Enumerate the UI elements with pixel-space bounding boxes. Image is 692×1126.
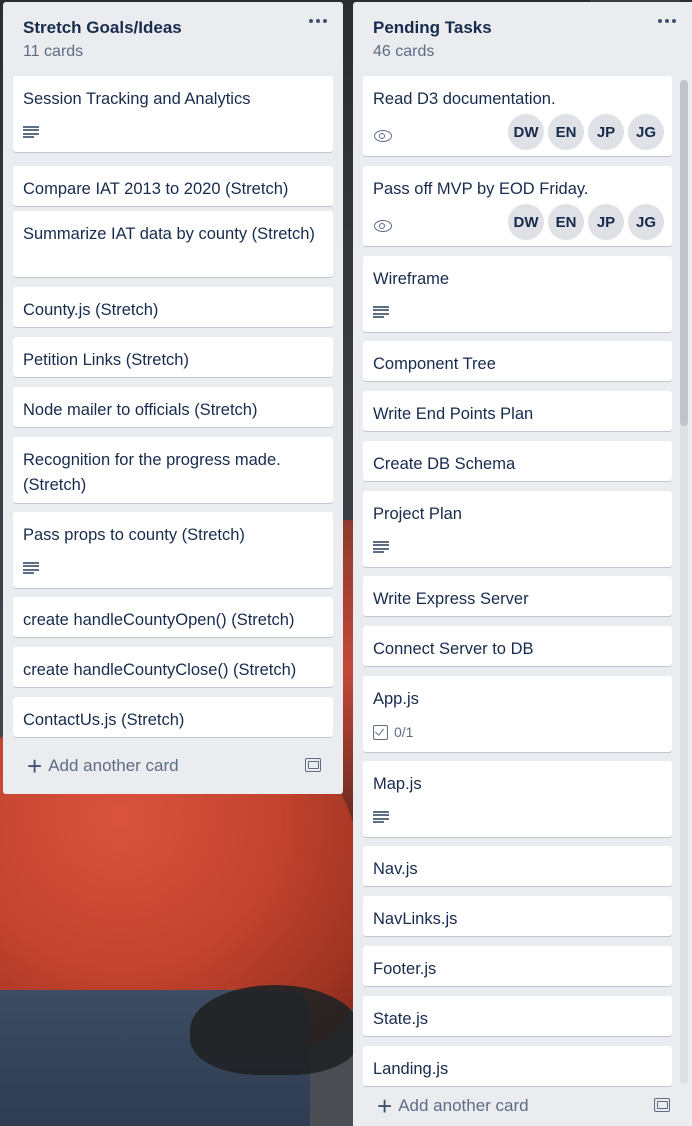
card[interactable]: Footer.js bbox=[363, 946, 672, 986]
card[interactable]: Recognition for the progress made. (Stre… bbox=[13, 437, 333, 503]
card-title: App.js bbox=[373, 690, 419, 708]
avatar[interactable]: EN bbox=[548, 114, 584, 150]
plus-icon: + bbox=[377, 1091, 393, 1121]
card-title: Nav.js bbox=[373, 860, 418, 878]
card-title: Read D3 documentation. bbox=[373, 90, 556, 108]
description-icon bbox=[373, 306, 389, 318]
avatar[interactable]: JP bbox=[588, 114, 624, 150]
avatar[interactable]: EN bbox=[548, 204, 584, 240]
card[interactable]: Pass props to county (Stretch) bbox=[13, 512, 333, 588]
card[interactable]: Nav.js bbox=[363, 846, 672, 886]
avatar[interactable]: JG bbox=[628, 114, 664, 150]
card-title: Summarize IAT data by county (Stretch) bbox=[23, 225, 315, 243]
card-title: Connect Server to DB bbox=[373, 640, 534, 658]
card[interactable]: create handleCountyOpen() (Stretch) bbox=[13, 597, 333, 637]
card-title: Write Express Server bbox=[373, 590, 529, 608]
list-header: Stretch Goals/Ideas 11 cards bbox=[23, 18, 331, 62]
card[interactable]: Petition Links (Stretch) bbox=[13, 337, 333, 377]
avatar[interactable]: JG bbox=[628, 204, 664, 240]
card-title: NavLinks.js bbox=[373, 910, 458, 928]
card-members: DW EN JP JG bbox=[508, 204, 664, 240]
card-title: Landing.js bbox=[373, 1060, 449, 1078]
card[interactable]: County.js (Stretch) bbox=[13, 287, 333, 327]
description-icon bbox=[23, 562, 39, 574]
card[interactable]: create handleCountyClose() (Stretch) bbox=[13, 647, 333, 687]
checklist-progress: 0/1 bbox=[394, 723, 414, 740]
card-title: ContactUs.js (Stretch) bbox=[23, 711, 185, 729]
eye-icon bbox=[373, 129, 393, 143]
card-title: Write End Points Plan bbox=[373, 405, 534, 423]
list-pending-tasks: Pending Tasks 46 cards Read D3 documenta… bbox=[353, 2, 692, 1126]
scrollbar-thumb[interactable] bbox=[680, 80, 688, 426]
list-card-count: 11 cards bbox=[23, 43, 84, 60]
card-title: Wireframe bbox=[373, 270, 450, 288]
card-members: DW EN JP JG bbox=[508, 114, 664, 150]
card[interactable]: Connect Server to DB bbox=[363, 626, 672, 666]
card-title: Project Plan bbox=[373, 505, 462, 523]
list-title[interactable]: Pending Tasks bbox=[373, 18, 680, 38]
card[interactable]: Map.js bbox=[363, 761, 672, 837]
add-card-label: Add another card bbox=[48, 756, 179, 775]
avatar[interactable]: JP bbox=[588, 204, 624, 240]
description-icon bbox=[23, 126, 39, 138]
card[interactable]: Wireframe bbox=[363, 256, 672, 332]
card-title: create handleCountyClose() (Stretch) bbox=[23, 661, 297, 679]
card[interactable]: Write Express Server bbox=[363, 576, 672, 616]
card-title: Component Tree bbox=[373, 355, 496, 373]
card-title: Map.js bbox=[373, 775, 422, 793]
list-header: Pending Tasks 46 cards bbox=[373, 18, 680, 62]
avatar[interactable]: DW bbox=[508, 114, 544, 150]
card-title: Pass props to county (Stretch) bbox=[23, 526, 245, 544]
plus-icon: + bbox=[27, 751, 43, 781]
card-title: Node mailer to officials (Stretch) bbox=[23, 401, 258, 419]
more-horizontal-icon[interactable] bbox=[656, 14, 678, 28]
card-title: Session Tracking and Analytics bbox=[23, 90, 251, 108]
card-title: Recognition for the progress made. (Stre… bbox=[23, 451, 281, 494]
card[interactable]: Read D3 documentation. DW EN JP JG bbox=[363, 76, 672, 156]
card[interactable]: Node mailer to officials (Stretch) bbox=[13, 387, 333, 427]
description-icon bbox=[373, 811, 389, 823]
card[interactable]: Project Plan bbox=[363, 491, 672, 567]
card[interactable]: Compare IAT 2013 to 2020 (Stretch) bbox=[13, 166, 333, 206]
card[interactable]: Component Tree bbox=[363, 341, 672, 381]
card-template-icon[interactable] bbox=[305, 758, 321, 772]
checklist-icon bbox=[373, 724, 388, 740]
card-title: County.js (Stretch) bbox=[23, 301, 159, 319]
card[interactable]: Create DB Schema bbox=[363, 441, 672, 481]
more-horizontal-icon[interactable] bbox=[307, 14, 329, 28]
card[interactable]: Session Tracking and Analytics bbox=[13, 76, 333, 152]
card[interactable]: App.js 0/1 bbox=[363, 676, 672, 752]
card-title: Pass off MVP by EOD Friday. bbox=[373, 180, 589, 198]
card-title: Petition Links (Stretch) bbox=[23, 351, 189, 369]
card-title: Compare IAT 2013 to 2020 (Stretch) bbox=[23, 180, 289, 198]
list-scrollbar[interactable] bbox=[680, 80, 688, 1084]
list-card-count: 46 cards bbox=[373, 43, 435, 60]
avatar[interactable]: DW bbox=[508, 204, 544, 240]
eye-icon bbox=[373, 219, 393, 233]
card[interactable]: Write End Points Plan bbox=[363, 391, 672, 431]
card-title: create handleCountyOpen() (Stretch) bbox=[23, 611, 295, 629]
card[interactable]: ContactUs.js (Stretch) bbox=[13, 697, 333, 737]
add-card-button[interactable]: + Add another card bbox=[363, 1088, 682, 1124]
card[interactable]: Summarize IAT data by county (Stretch) bbox=[13, 211, 333, 277]
card[interactable]: Pass off MVP by EOD Friday. DW EN JP JG bbox=[363, 166, 672, 246]
card[interactable]: State.js bbox=[363, 996, 672, 1036]
card-template-icon[interactable] bbox=[654, 1098, 670, 1112]
add-card-label: Add another card bbox=[398, 1096, 529, 1115]
list-stretch-goals: Stretch Goals/Ideas 11 cards Session Tra… bbox=[3, 2, 343, 794]
card[interactable]: NavLinks.js bbox=[363, 896, 672, 936]
card-title: Footer.js bbox=[373, 960, 437, 978]
list-title[interactable]: Stretch Goals/Ideas bbox=[23, 18, 331, 38]
card-title: Create DB Schema bbox=[373, 455, 516, 473]
card[interactable]: Landing.js bbox=[363, 1046, 672, 1086]
description-icon bbox=[373, 541, 389, 553]
card-title: State.js bbox=[373, 1010, 429, 1028]
add-card-button[interactable]: + Add another card bbox=[13, 748, 333, 784]
